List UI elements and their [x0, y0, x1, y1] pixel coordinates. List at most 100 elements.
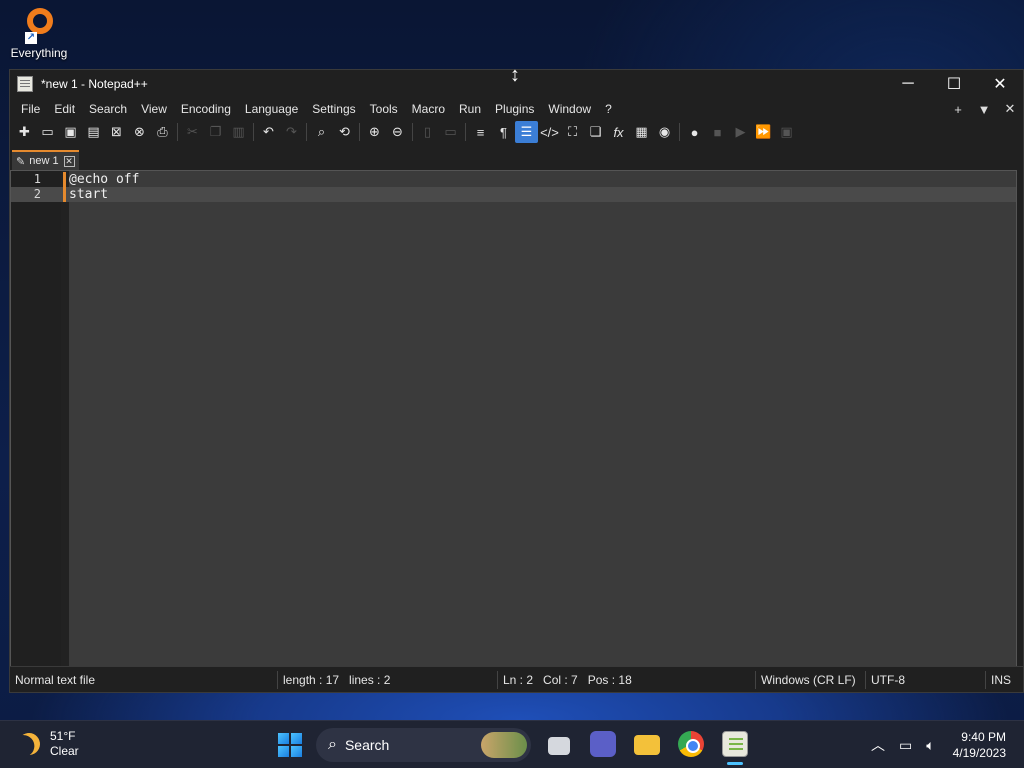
- record-macro-icon[interactable]: ●: [683, 121, 706, 143]
- run-macro-multiple-icon[interactable]: ⏩: [752, 121, 775, 143]
- status-encoding[interactable]: UTF-8: [866, 670, 986, 689]
- status-insert-mode[interactable]: INS: [986, 671, 1016, 689]
- monitor-icon[interactable]: ◉: [653, 121, 676, 143]
- status-position: Ln : 2 Col : 7 Pos : 18: [498, 670, 756, 689]
- everything-icon: ↗: [23, 6, 55, 44]
- menu-encoding[interactable]: Encoding: [174, 102, 238, 116]
- meet-chat-icon[interactable]: [590, 731, 616, 757]
- copy-icon[interactable]: ❐: [204, 121, 227, 143]
- add-tab-icon[interactable]: +: [945, 102, 971, 117]
- menu-edit[interactable]: Edit: [47, 102, 82, 116]
- editor-area[interactable]: 1 @echo off 2 start: [10, 170, 1017, 666]
- tab-list-icon[interactable]: ▼: [971, 102, 997, 117]
- taskbar-search[interactable]: ⌕ Search: [316, 728, 531, 762]
- close-icon[interactable]: ⊠: [105, 121, 128, 143]
- line-text: @echo off: [69, 172, 140, 187]
- indent-guide-icon[interactable]: ☰: [515, 121, 538, 143]
- save-icon[interactable]: ▣: [59, 121, 82, 143]
- clock[interactable]: 9:40 PM 4/19/2023: [953, 729, 1006, 761]
- tab-close-icon[interactable]: ✕: [63, 155, 75, 167]
- doc-map-icon[interactable]: ⛶: [561, 121, 584, 143]
- search-label: Search: [344, 737, 390, 753]
- menu-run[interactable]: Run: [452, 102, 488, 116]
- menubar: File Edit Search View Encoding Language …: [10, 98, 1023, 120]
- redo-icon[interactable]: ↷: [280, 121, 303, 143]
- open-file-icon[interactable]: ▭: [36, 121, 59, 143]
- search-highlight-image: [481, 732, 527, 758]
- toolbar-separator: [253, 123, 254, 141]
- active-app-indicator: [727, 762, 743, 765]
- zoom-in-icon[interactable]: ⊕: [363, 121, 386, 143]
- file-explorer-icon[interactable]: [634, 735, 660, 755]
- line-text: start: [69, 187, 109, 202]
- menu-settings[interactable]: Settings: [305, 102, 362, 116]
- sync-horizontal-icon[interactable]: ▭: [439, 121, 462, 143]
- weather-widget[interactable]: 51°F Clear: [18, 729, 79, 759]
- line-number: 2: [33, 187, 41, 201]
- maximize-button[interactable]: ☐: [931, 70, 977, 98]
- undo-icon[interactable]: ↶: [257, 121, 280, 143]
- clock-date: 4/19/2023: [952, 746, 1006, 760]
- chrome-icon[interactable]: [678, 731, 704, 757]
- status-eol[interactable]: Windows (CR LF): [756, 670, 866, 689]
- menu-file[interactable]: File: [14, 102, 47, 116]
- toolbar: ✚ ▭ ▣ ▤ ⊠ ⊗ ⎙ ✂ ❐ ▥ ↶ ↷ ⌕ ⟲ ⊕ ⊖ ▯ ▭ ≡ ¶ …: [10, 120, 1023, 144]
- close-doc-icon[interactable]: ✕: [997, 101, 1023, 117]
- doc-list-icon[interactable]: ❏: [584, 121, 607, 143]
- moon-icon: [15, 730, 43, 758]
- play-macro-icon[interactable]: ▶: [729, 121, 752, 143]
- sync-vertical-icon[interactable]: ▯: [416, 121, 439, 143]
- print-icon[interactable]: ⎙: [151, 121, 174, 143]
- menu-help[interactable]: ?: [598, 102, 619, 116]
- tab-new-1[interactable]: ✎ new 1 ✕: [12, 150, 79, 170]
- clock-time: 9:40 PM: [961, 730, 1006, 744]
- notepadpp-app-icon: [17, 76, 33, 92]
- zoom-out-icon[interactable]: ⊖: [386, 121, 409, 143]
- menu-language[interactable]: Language: [238, 102, 305, 116]
- menu-window[interactable]: Window: [541, 102, 598, 116]
- word-wrap-icon[interactable]: ≡: [469, 121, 492, 143]
- close-all-icon[interactable]: ⊗: [128, 121, 151, 143]
- status-ln: Ln : 2: [503, 672, 534, 687]
- modified-pencil-icon: ✎: [16, 155, 26, 168]
- chevron-up-icon[interactable]: ︿: [871, 735, 885, 755]
- status-length-lines: length : 17 lines : 2: [278, 670, 498, 689]
- menu-plugins[interactable]: Plugins: [488, 102, 541, 116]
- status-lines: lines : 2: [349, 672, 391, 687]
- toolbar-separator: [306, 123, 307, 141]
- new-file-icon[interactable]: ✚: [13, 121, 36, 143]
- cut-icon[interactable]: ✂: [181, 121, 204, 143]
- find-icon[interactable]: ⌕: [310, 121, 333, 143]
- status-file-type: Normal text file: [10, 670, 278, 689]
- editor-line[interactable]: 1 @echo off: [11, 172, 1017, 187]
- save-all-icon[interactable]: ▤: [82, 121, 105, 143]
- replace-icon[interactable]: ⟲: [333, 121, 356, 143]
- save-macro-icon[interactable]: ▣: [775, 121, 798, 143]
- change-marker: [63, 187, 66, 202]
- fold-margin[interactable]: [61, 171, 69, 666]
- toolbar-separator: [412, 123, 413, 141]
- menu-macro[interactable]: Macro: [405, 102, 452, 116]
- menu-search[interactable]: Search: [82, 102, 134, 116]
- windows-start-icon[interactable]: [278, 733, 302, 757]
- language-icon[interactable]: </>: [538, 121, 561, 143]
- volume-icon[interactable]: 🔈︎: [926, 737, 934, 754]
- editor-line-current[interactable]: 2 start: [11, 187, 1017, 202]
- folder-workspace-icon[interactable]: ▦: [630, 121, 653, 143]
- function-list-icon[interactable]: fx: [607, 121, 630, 143]
- menu-tools[interactable]: Tools: [363, 102, 405, 116]
- notepadpp-taskbar-icon[interactable]: [722, 731, 748, 757]
- show-all-chars-icon[interactable]: ¶: [492, 121, 515, 143]
- close-button[interactable]: ✕: [977, 70, 1023, 98]
- tab-bar: ✎ new 1 ✕: [10, 148, 1023, 170]
- stop-macro-icon[interactable]: ■: [706, 121, 729, 143]
- toolbar-separator: [679, 123, 680, 141]
- menu-view[interactable]: View: [134, 102, 174, 116]
- network-icon[interactable]: ▭: [899, 737, 912, 754]
- status-pos: Pos : 18: [587, 672, 632, 687]
- task-view-icon[interactable]: [548, 737, 570, 755]
- paste-icon[interactable]: ▥: [227, 121, 250, 143]
- vertical-scrollbar[interactable]: [1016, 171, 1017, 666]
- minimize-button[interactable]: ─: [885, 70, 931, 98]
- desktop-icon-everything[interactable]: ↗ Everything: [6, 4, 72, 60]
